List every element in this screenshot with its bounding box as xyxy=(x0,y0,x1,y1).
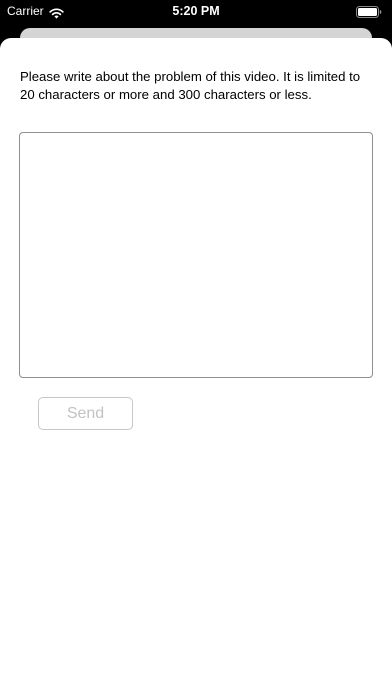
battery-icon xyxy=(356,5,382,18)
status-time: 5:20 PM xyxy=(172,4,220,18)
send-button[interactable]: Send xyxy=(38,397,133,430)
status-bar: Carrier 5:20 PM xyxy=(0,0,392,22)
problem-textarea[interactable] xyxy=(19,132,373,378)
instructions-text: Please write about the problem of this v… xyxy=(20,69,361,102)
report-sheet: Please write about the problem of this v… xyxy=(0,38,392,696)
